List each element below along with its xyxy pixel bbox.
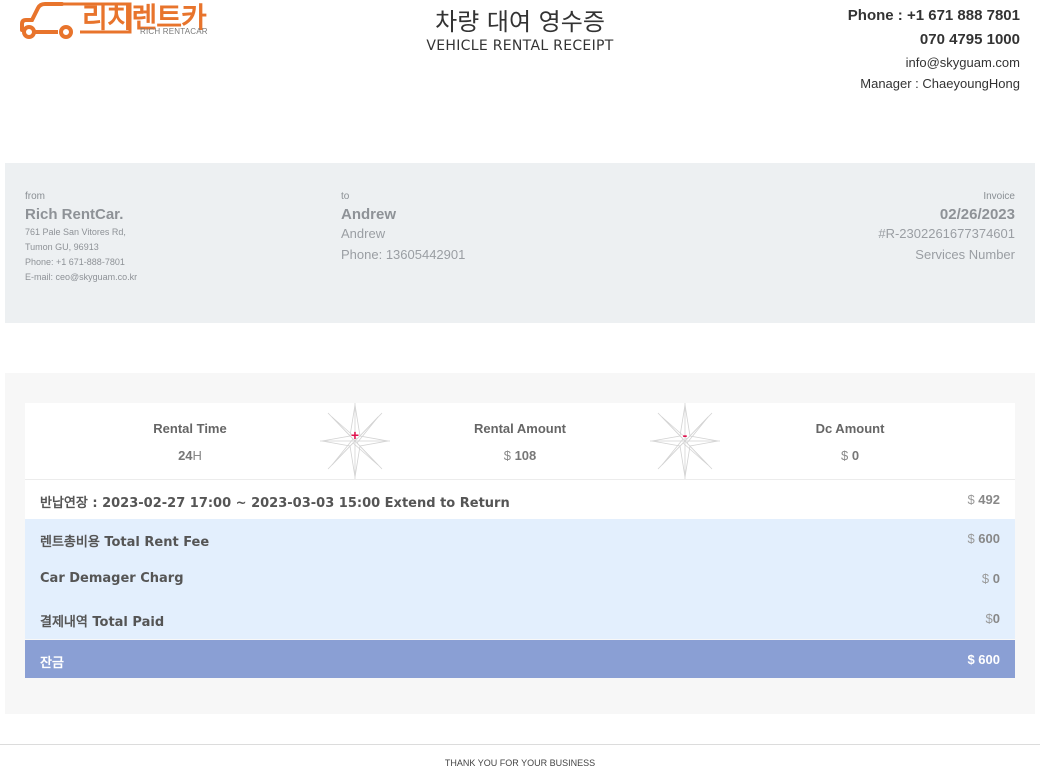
extend-return-currency: $ — [967, 492, 975, 507]
rental-time-value: 24H — [90, 448, 290, 463]
invoice-info-panel: from Rich RentCar. 761 Pale San Vitores … — [5, 163, 1035, 323]
invoice-services-label: Services Number — [915, 247, 1015, 262]
balance-row: 잔금 $ 600 — [25, 640, 1015, 678]
rental-time-label: Rental Time — [153, 421, 227, 436]
minus-operator: - — [650, 403, 720, 479]
rental-amount-number: 108 — [514, 448, 537, 463]
invoice-date: 02/26/2023 — [939, 206, 1015, 223]
balance-amount: $ 600 — [967, 652, 1000, 667]
car-damage-charge-label: Car Demager Charg — [40, 571, 184, 586]
extend-return-value: 492 — [978, 492, 1000, 507]
from-label: from — [25, 191, 45, 202]
rental-amount-label: Rental Amount — [474, 421, 566, 436]
from-block: from Rich RentCar. 761 Pale San Vitores … — [25, 191, 137, 285]
car-damage-charge-value: 0 — [992, 571, 1000, 586]
extend-return-row: 반납연장 : 2023-02-27 17:00 ~ 2023-03-03 15:… — [25, 479, 1015, 520]
balance-label: 잔금 — [40, 656, 64, 671]
balance-currency: $ — [967, 652, 975, 667]
dc-amount-stat: Dc Amount $ 0 — [750, 421, 950, 463]
total-rent-fee-row: 렌트총비용 Total Rent Fee $ 600 — [25, 519, 1015, 559]
to-phone: Phone: 13605442901 — [341, 247, 466, 262]
plus-operator: + — [320, 403, 390, 479]
dc-amount-label: Dc Amount — [815, 421, 885, 436]
to-block: to Andrew Andrew Phone: 13605442901 — [341, 191, 465, 265]
total-rent-fee-amount: $ 600 — [967, 531, 1000, 546]
total-rent-fee-label: 렌트총비용 Total Rent Fee — [40, 535, 210, 550]
from-phone: Phone: +1 671-888-7801 — [25, 257, 125, 267]
total-paid-label: 결제내역 Total Paid — [40, 615, 165, 630]
rental-amount-stat: Rental Amount $ 108 — [420, 421, 620, 463]
total-rent-fee-value: 600 — [978, 531, 1000, 546]
rental-time-unit: H — [192, 448, 202, 463]
car-damage-charge-amount: $ 0 — [982, 571, 1000, 586]
contact-manager: Manager : ChaeyoungHong — [860, 76, 1020, 91]
rental-time-stat: Rental Time 24H — [90, 421, 290, 463]
to-label: to — [341, 191, 350, 202]
from-email: E-mail: ceo@skyguam.co.kr — [25, 272, 138, 282]
rental-time-number: 24 — [178, 448, 193, 463]
car-damage-charge-currency: $ — [981, 571, 990, 586]
contact-email[interactable]: info@skyguam.com — [848, 52, 1020, 73]
from-address-2: Tumon GU, 96913 — [25, 242, 99, 252]
charges-panel: Rental Time 24H + Rental Amount $ 108 - … — [5, 373, 1035, 714]
extend-return-amount: $ 492 — [967, 492, 1000, 507]
total-rent-fee-currency: $ — [967, 531, 975, 546]
from-name: Rich RentCar. — [25, 206, 124, 223]
invoice-block: Invoice 02/26/2023 #R-2302261677374601 S… — [878, 191, 1015, 265]
dc-amount-value: $ 0 — [750, 448, 950, 463]
to-name: Andrew — [341, 206, 397, 223]
car-damage-charge-row: Car Demager Charg $ 0 — [25, 559, 1015, 599]
total-paid-currency: $ — [985, 611, 993, 626]
invoice-label: Invoice — [983, 191, 1015, 202]
dc-amount-currency: $ — [840, 448, 849, 463]
dc-amount-number: 0 — [851, 448, 860, 463]
invoice-number: #R-2302261677374601 — [878, 226, 1015, 241]
balance-value: 600 — [978, 652, 1000, 667]
total-paid-row: 결제내역 Total Paid $0 — [25, 599, 1015, 639]
to-name-2: Andrew — [341, 226, 386, 241]
rental-amount-value: $ 108 — [420, 448, 620, 463]
rental-summary-card: Rental Time 24H + Rental Amount $ 108 - … — [25, 403, 1015, 479]
minus-symbol: - — [682, 427, 688, 443]
extend-return-label: 반납연장 : 2023-02-27 17:00 ~ 2023-03-03 15:… — [40, 496, 510, 511]
rental-amount-currency: $ — [503, 448, 511, 463]
plus-symbol: + — [350, 427, 360, 443]
contact-phone-2: 070 4795 1000 — [919, 31, 1020, 48]
footer-thanks: THANK YOU FOR YOUR BUSINESS — [444, 758, 596, 768]
total-paid-value: 0 — [992, 611, 1000, 626]
contact-phone: Phone : +1 671 888 7801 — [847, 7, 1020, 24]
contact-block: Phone : +1 671 888 7801 070 4795 1000 in… — [848, 4, 1020, 94]
from-address-1: 761 Pale San Vitores Rd, — [25, 227, 126, 237]
footer-divider — [0, 744, 1040, 745]
total-paid-amount: $0 — [986, 611, 1000, 626]
